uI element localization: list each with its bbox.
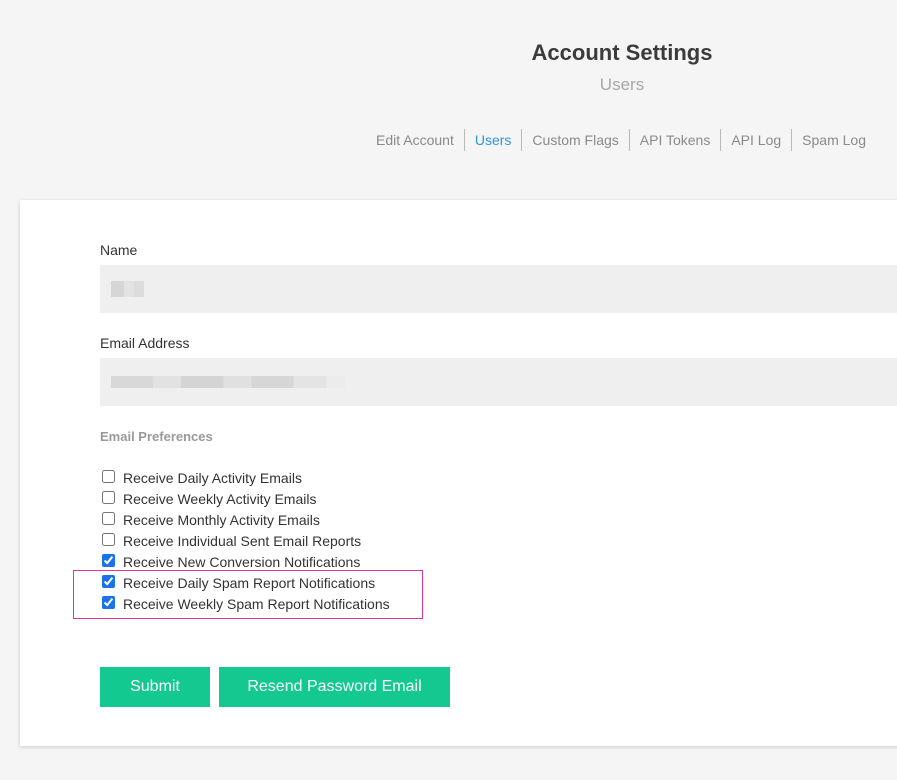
- page-subtitle: Users: [599, 75, 645, 94]
- settings-tabs: Edit Account Users Custom Flags API Toke…: [366, 129, 876, 151]
- pref-monthly-activity[interactable]: Receive Monthly Activity Emails: [102, 509, 390, 530]
- pref-new-conversion-label: Receive New Conversion Notifications: [123, 553, 361, 570]
- pref-daily-spam-report-checkbox[interactable]: [102, 575, 115, 588]
- pref-individual-sent-reports[interactable]: Receive Individual Sent Email Reports: [102, 530, 390, 551]
- pref-weekly-spam-report-checkbox[interactable]: [102, 596, 115, 609]
- redacted-email-text: [111, 376, 345, 388]
- name-label: Name: [100, 242, 138, 258]
- page-title: Account Settings: [531, 40, 713, 65]
- pref-daily-spam-report-label: Receive Daily Spam Report Notifications: [123, 574, 376, 591]
- pref-weekly-activity[interactable]: Receive Weekly Activity Emails: [102, 488, 390, 509]
- name-input[interactable]: [100, 265, 897, 313]
- pref-daily-activity[interactable]: Receive Daily Activity Emails: [102, 467, 390, 488]
- pref-weekly-activity-checkbox[interactable]: [102, 491, 115, 504]
- tab-custom-flags[interactable]: Custom Flags: [521, 129, 628, 151]
- pref-new-conversion[interactable]: Receive New Conversion Notifications: [102, 551, 390, 572]
- pref-daily-spam-report[interactable]: Receive Daily Spam Report Notifications: [102, 572, 390, 593]
- submit-button[interactable]: Submit: [100, 667, 210, 707]
- pref-new-conversion-checkbox[interactable]: [102, 554, 115, 567]
- pref-daily-activity-checkbox[interactable]: [102, 470, 115, 483]
- tab-api-tokens[interactable]: API Tokens: [628, 129, 721, 151]
- account-settings-page: Account Settings Users Edit Account User…: [0, 0, 897, 780]
- pref-monthly-activity-checkbox[interactable]: [102, 512, 115, 525]
- tab-users[interactable]: Users: [463, 129, 522, 151]
- redacted-name-text: [111, 281, 144, 297]
- tab-spam-log[interactable]: Spam Log: [791, 129, 876, 151]
- email-input[interactable]: [100, 358, 897, 406]
- pref-individual-sent-reports-checkbox[interactable]: [102, 533, 115, 546]
- user-settings-card: Name Email Address Email Preferences Rec…: [20, 200, 897, 746]
- pref-monthly-activity-label: Receive Monthly Activity Emails: [123, 511, 320, 528]
- email-preferences-heading: Email Preferences: [100, 429, 213, 444]
- tab-edit-account[interactable]: Edit Account: [366, 129, 464, 151]
- resend-password-email-button[interactable]: Resend Password Email: [219, 667, 450, 707]
- pref-individual-sent-reports-label: Receive Individual Sent Email Reports: [123, 532, 362, 549]
- tab-api-log[interactable]: API Log: [720, 129, 791, 151]
- pref-weekly-spam-report[interactable]: Receive Weekly Spam Report Notifications: [102, 593, 390, 614]
- pref-daily-activity-label: Receive Daily Activity Emails: [123, 469, 302, 486]
- pref-weekly-spam-report-label: Receive Weekly Spam Report Notifications: [123, 595, 390, 612]
- email-preferences-list: Receive Daily Activity Emails Receive We…: [102, 467, 390, 614]
- email-label: Email Address: [100, 335, 190, 351]
- pref-weekly-activity-label: Receive Weekly Activity Emails: [123, 490, 317, 507]
